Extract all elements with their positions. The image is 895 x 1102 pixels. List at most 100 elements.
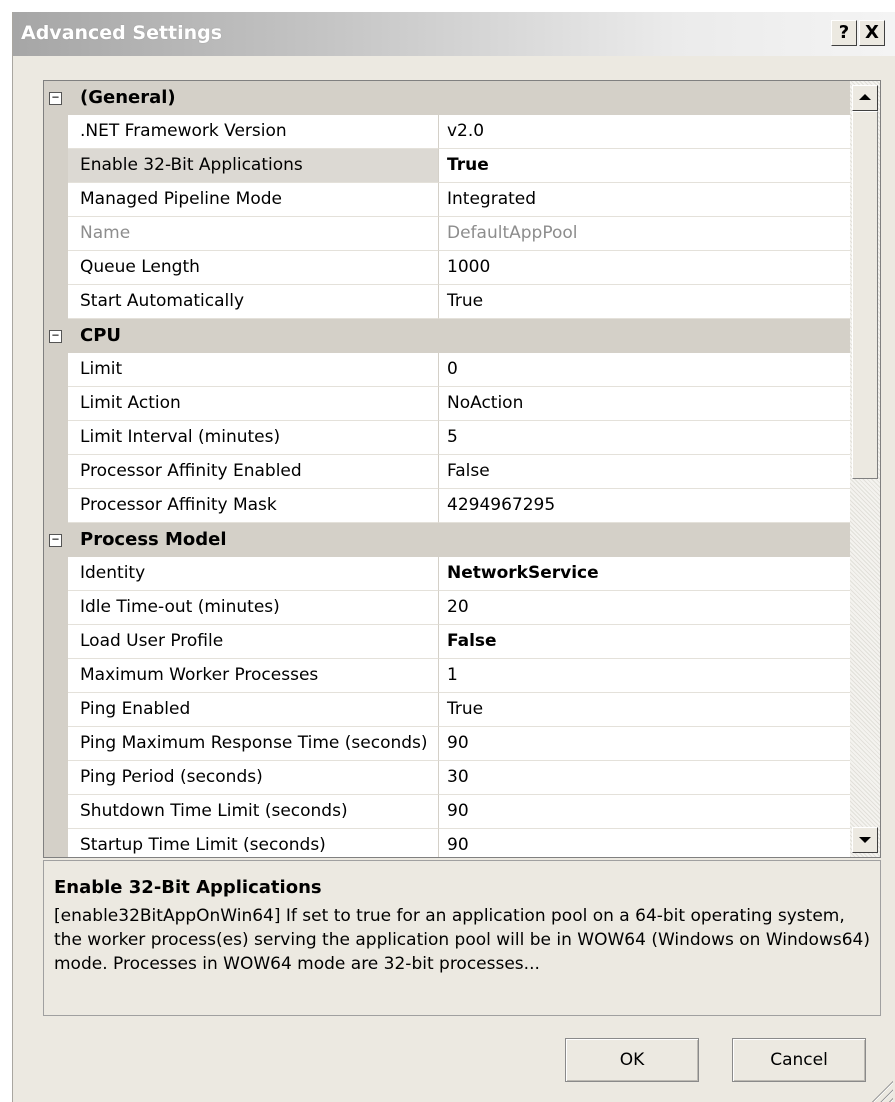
row-gutter: [44, 149, 68, 183]
property-value[interactable]: NoAction: [439, 387, 850, 421]
property-name[interactable]: Startup Time Limit (seconds): [68, 829, 439, 857]
property-value[interactable]: 30: [439, 761, 850, 795]
property-name[interactable]: Shutdown Time Limit (seconds): [68, 795, 439, 829]
category-process-model[interactable]: − Process Model: [44, 523, 850, 557]
property-value[interactable]: DefaultAppPool: [439, 217, 850, 251]
property-row-start-automatically[interactable]: Start Automatically True: [44, 285, 850, 319]
property-name[interactable]: Processor Affinity Enabled: [68, 455, 439, 489]
category-label: (General): [80, 87, 176, 108]
property-name[interactable]: Limit: [68, 353, 439, 387]
description-panel: Enable 32-Bit Applications [enable32BitA…: [43, 860, 881, 1016]
property-value[interactable]: 0: [439, 353, 850, 387]
property-row-limit-interval[interactable]: Limit Interval (minutes) 5: [44, 421, 850, 455]
property-row-ping-period[interactable]: Ping Period (seconds) 30: [44, 761, 850, 795]
row-gutter: [44, 591, 68, 625]
property-row-startup-time-limit[interactable]: Startup Time Limit (seconds) 90: [44, 829, 850, 857]
property-row-maximum-worker-processes[interactable]: Maximum Worker Processes 1: [44, 659, 850, 693]
row-gutter: [44, 625, 68, 659]
property-value[interactable]: 90: [439, 829, 850, 857]
property-name[interactable]: Idle Time-out (minutes): [68, 591, 439, 625]
property-name[interactable]: Queue Length: [68, 251, 439, 285]
description-text: [enable32BitAppOnWin64] If set to true f…: [54, 906, 870, 974]
property-name[interactable]: Ping Enabled: [68, 693, 439, 727]
property-name[interactable]: Maximum Worker Processes: [68, 659, 439, 693]
property-row-queue-length[interactable]: Queue Length 1000: [44, 251, 850, 285]
property-row-ping-maximum-response-time[interactable]: Ping Maximum Response Time (seconds) 90: [44, 727, 850, 761]
property-name[interactable]: Start Automatically: [68, 285, 439, 319]
property-value[interactable]: False: [439, 455, 850, 489]
property-grid: − (General) .NET Framework Version v2.0 …: [43, 80, 881, 858]
property-row-name[interactable]: Name DefaultAppPool: [44, 217, 850, 251]
row-gutter: [44, 557, 68, 591]
property-name[interactable]: Processor Affinity Mask: [68, 489, 439, 523]
ok-button[interactable]: OK: [565, 1038, 699, 1082]
property-value[interactable]: 90: [439, 727, 850, 761]
row-gutter: [44, 727, 68, 761]
property-name[interactable]: Managed Pipeline Mode: [68, 183, 439, 217]
property-value[interactable]: False: [439, 625, 850, 659]
category-cpu[interactable]: − CPU: [44, 319, 850, 353]
property-name[interactable]: Ping Maximum Response Time (seconds): [68, 727, 439, 761]
vertical-scrollbar[interactable]: [850, 81, 880, 857]
row-gutter: [44, 115, 68, 149]
close-button[interactable]: X: [859, 20, 885, 46]
property-row-limit[interactable]: Limit 0: [44, 353, 850, 387]
help-button[interactable]: ?: [831, 20, 857, 46]
property-value[interactable]: NetworkService: [439, 557, 850, 591]
scroll-down-button[interactable]: [852, 827, 878, 853]
property-name[interactable]: Enable 32-Bit Applications: [68, 149, 439, 183]
property-row-limit-action[interactable]: Limit Action NoAction: [44, 387, 850, 421]
property-value[interactable]: 20: [439, 591, 850, 625]
resize-grip-icon[interactable]: [871, 1080, 893, 1102]
collapse-icon[interactable]: −: [49, 329, 62, 343]
property-row-processor-affinity-enabled[interactable]: Processor Affinity Enabled False: [44, 455, 850, 489]
row-gutter: [44, 761, 68, 795]
property-name[interactable]: .NET Framework Version: [68, 115, 439, 149]
property-name[interactable]: Ping Period (seconds): [68, 761, 439, 795]
row-gutter: [44, 659, 68, 693]
property-value[interactable]: Integrated: [439, 183, 850, 217]
property-value[interactable]: 5: [439, 421, 850, 455]
row-gutter: [44, 387, 68, 421]
category-general[interactable]: − (General): [44, 81, 850, 115]
cancel-button[interactable]: Cancel: [732, 1038, 866, 1082]
description-title: Enable 32-Bit Applications: [54, 877, 322, 898]
property-value[interactable]: True: [439, 285, 850, 319]
property-value[interactable]: 1: [439, 659, 850, 693]
row-gutter: [44, 693, 68, 727]
row-gutter: −: [44, 81, 68, 115]
property-name[interactable]: Limit Interval (minutes): [68, 421, 439, 455]
property-row-processor-affinity-mask[interactable]: Processor Affinity Mask 4294967295: [44, 489, 850, 523]
category-label: CPU: [80, 325, 122, 346]
property-name[interactable]: Limit Action: [68, 387, 439, 421]
dialog-title: Advanced Settings: [21, 22, 223, 44]
property-value[interactable]: 4294967295: [439, 489, 850, 523]
property-name[interactable]: Load User Profile: [68, 625, 439, 659]
property-row-shutdown-time-limit[interactable]: Shutdown Time Limit (seconds) 90: [44, 795, 850, 829]
title-bar[interactable]: Advanced Settings ? X: [13, 12, 895, 56]
scroll-up-button[interactable]: [852, 85, 878, 111]
row-gutter: [44, 829, 68, 857]
row-gutter: [44, 285, 68, 319]
property-name[interactable]: Identity: [68, 557, 439, 591]
property-row-ping-enabled[interactable]: Ping Enabled True: [44, 693, 850, 727]
property-row-idle-time-out[interactable]: Idle Time-out (minutes) 20: [44, 591, 850, 625]
property-value[interactable]: True: [439, 693, 850, 727]
property-row-enable-32-bit-applications[interactable]: Enable 32-Bit Applications True: [44, 149, 850, 183]
collapse-icon[interactable]: −: [49, 91, 62, 105]
advanced-settings-dialog: Advanced Settings ? X − (General) .NET F…: [12, 12, 895, 1102]
property-value[interactable]: 90: [439, 795, 850, 829]
property-row-identity[interactable]: Identity NetworkService: [44, 557, 850, 591]
scrollbar-thumb[interactable]: [852, 111, 878, 479]
property-row-managed-pipeline-mode[interactable]: Managed Pipeline Mode Integrated: [44, 183, 850, 217]
row-gutter: [44, 489, 68, 523]
property-value[interactable]: v2.0: [439, 115, 850, 149]
property-grid-rows: − (General) .NET Framework Version v2.0 …: [44, 81, 850, 857]
property-row-net-framework-version[interactable]: .NET Framework Version v2.0: [44, 115, 850, 149]
property-row-load-user-profile[interactable]: Load User Profile False: [44, 625, 850, 659]
property-value[interactable]: 1000: [439, 251, 850, 285]
collapse-icon[interactable]: −: [49, 533, 62, 547]
property-value[interactable]: True: [439, 149, 850, 183]
property-name[interactable]: Name: [68, 217, 439, 251]
arrow-down-icon: [859, 837, 871, 843]
